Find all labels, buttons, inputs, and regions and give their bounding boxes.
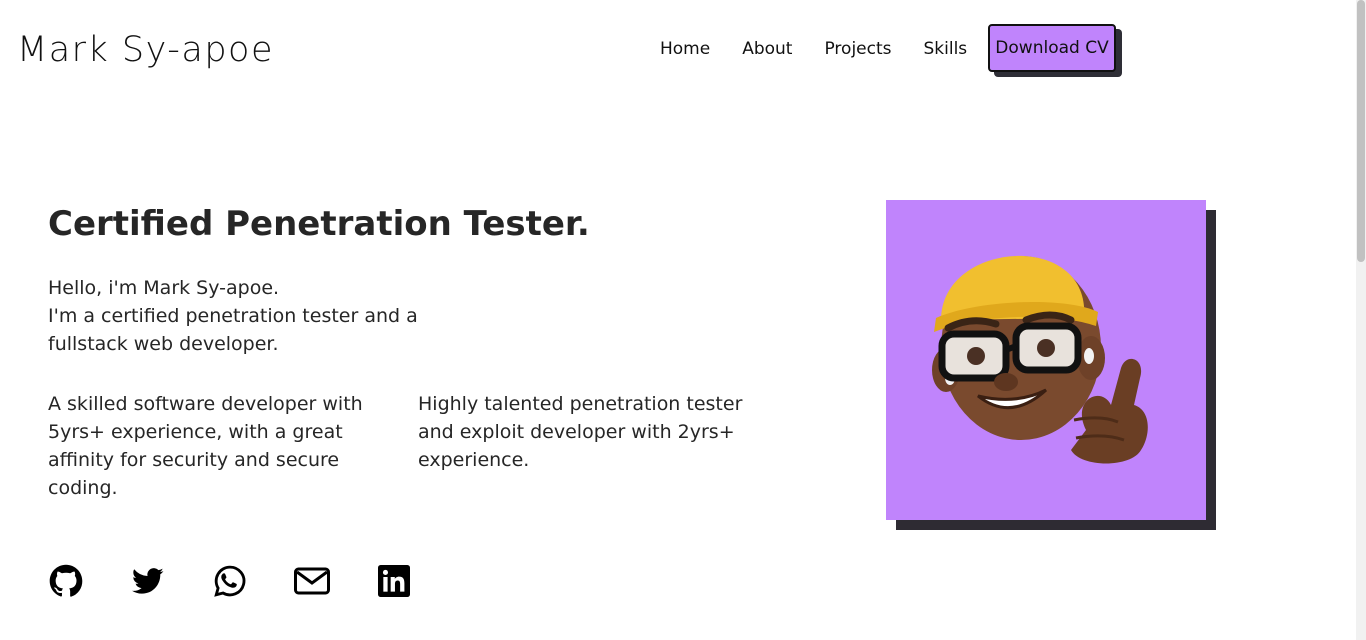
linkedin-icon[interactable] — [376, 563, 412, 599]
avatar-image — [886, 200, 1206, 520]
intro-greeting: Hello, i'm Mark Sy-apoe. — [48, 277, 280, 299]
nav-skills[interactable]: Skills — [924, 36, 968, 62]
page: Mark Sy-apoe Home About Projects Skills … — [0, 0, 1356, 640]
hero-title: Certified Penetration Tester. — [48, 204, 590, 244]
site-logo[interactable]: Mark Sy-apoe — [17, 27, 274, 73]
whatsapp-icon[interactable] — [212, 563, 248, 599]
pentester-summary: Highly talented penetration tester and e… — [418, 393, 743, 471]
main-nav: Home About Projects Skills — [660, 36, 999, 62]
twitter-icon[interactable] — [130, 563, 166, 599]
social-links — [48, 563, 458, 599]
nav-projects[interactable]: Projects — [824, 36, 891, 62]
download-cv-button[interactable]: Download CV — [988, 24, 1116, 72]
intro-role: I'm a certified penetration tester and a… — [48, 305, 418, 355]
github-icon[interactable] — [48, 563, 84, 599]
developer-summary: A skilled software developer with 5yrs+ … — [48, 393, 363, 499]
nav-home[interactable]: Home — [660, 36, 710, 62]
page-scrollbar[interactable] — [1356, 0, 1366, 640]
scrollbar-thumb[interactable] — [1357, 0, 1365, 262]
intro-text: Hello, i'm Mark Sy-apoe. I'm a certified… — [48, 274, 498, 358]
mail-icon[interactable] — [294, 563, 330, 599]
nav-about[interactable]: About — [742, 36, 792, 62]
